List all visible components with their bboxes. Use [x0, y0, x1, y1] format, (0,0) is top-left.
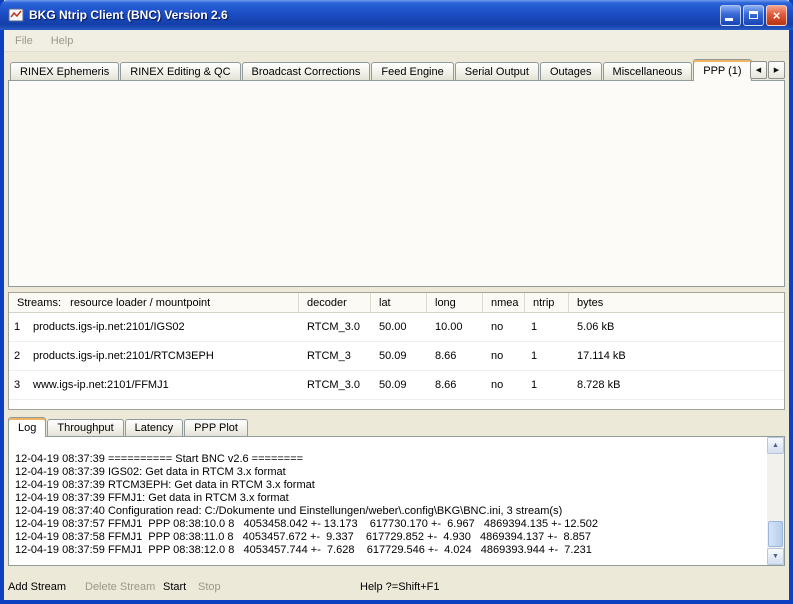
tab-serial-output[interactable]: Serial Output — [455, 62, 539, 80]
tab-throughput[interactable]: Throughput — [47, 419, 123, 436]
log-line: 12-04-19 08:37:59 FFMJ1 PPP 08:38:12.0 8… — [15, 544, 762, 557]
add-stream-button[interactable]: Add Stream — [8, 581, 66, 593]
row-number: 3 — [9, 379, 25, 391]
table-row[interactable]: 3 www.igs-ip.net:2101/FFMJ1 RTCM_3.0 50.… — [9, 371, 784, 400]
tab-feed-engine[interactable]: Feed Engine — [371, 62, 453, 80]
streams-table: Streams: resource loader / mountpoint de… — [8, 292, 785, 410]
log-line: 12-04-19 08:37:39 IGS02: Get data in RTC… — [15, 466, 762, 479]
header-streams-mountpoint: Streams: resource loader / mountpoint — [9, 293, 299, 312]
window-title: BKG Ntrip Client (BNC) Version 2.6 — [29, 8, 718, 22]
menu-file[interactable]: File — [6, 32, 42, 50]
scroll-up-icon[interactable]: ▲ — [767, 437, 784, 454]
tab-rinex-editing-qc[interactable]: RINEX Editing & QC — [120, 62, 240, 80]
log-line: 12-04-19 08:37:39 ========== Start BNC v… — [15, 453, 762, 466]
close-button[interactable]: × — [766, 5, 787, 26]
table-row[interactable]: 1 products.igs-ip.net:2101/IGS02 RTCM_3.… — [9, 313, 784, 342]
cell-long: 10.00 — [427, 321, 483, 333]
scroll-down-icon[interactable]: ▼ — [767, 548, 784, 565]
cell-bytes: 8.728 kB — [569, 379, 784, 391]
table-row[interactable]: 2 products.igs-ip.net:2101/RTCM3EPH RTCM… — [9, 342, 784, 371]
cell-ntrip: 1 — [525, 379, 569, 391]
log-line: 12-04-19 08:37:39 RTCM3EPH: Get data in … — [15, 479, 762, 492]
tab-broadcast-corrections[interactable]: Broadcast Corrections — [242, 62, 371, 80]
log-scrollbar[interactable]: ▲ ▼ — [767, 437, 784, 565]
row-number: 1 — [9, 321, 25, 333]
ppp-panel — [8, 80, 785, 287]
cell-mountpoint: products.igs-ip.net:2101/RTCM3EPH — [25, 350, 299, 362]
cell-decoder: RTCM_3.0 — [299, 379, 371, 391]
menu-help[interactable]: Help — [42, 32, 83, 50]
close-icon: × — [773, 9, 781, 22]
header-nmea: nmea — [483, 293, 525, 312]
header-decoder: decoder — [299, 293, 371, 312]
log-lines: 12-04-19 08:37:39 ========== Start BNC v… — [15, 453, 762, 563]
main-tabbar: RINEX Ephemeris RINEX Editing & QC Broad… — [10, 59, 753, 80]
minimize-button[interactable] — [720, 5, 741, 26]
log-line: 12-04-19 08:37:58 FFMJ1 PPP 08:38:11.0 8… — [15, 531, 762, 544]
maximize-button[interactable] — [743, 5, 764, 26]
tab-ppp-plot[interactable]: PPP Plot — [184, 419, 248, 436]
log-line: 12-04-19 08:37:57 FFMJ1 PPP 08:38:10.0 8… — [15, 518, 762, 531]
cell-decoder: RTCM_3.0 — [299, 321, 371, 333]
start-button[interactable]: Start — [163, 581, 186, 593]
cell-mountpoint: www.igs-ip.net:2101/FFMJ1 — [25, 379, 299, 391]
cell-nmea: no — [483, 379, 525, 391]
tab-rinex-ephemeris[interactable]: RINEX Ephemeris — [10, 62, 119, 80]
cell-long: 8.66 — [427, 379, 483, 391]
app-window: BKG Ntrip Client (BNC) Version 2.6 × Fil… — [0, 0, 793, 604]
streams-table-header: Streams: resource loader / mountpoint de… — [9, 293, 784, 313]
help-shortcut-label: Help ?=Shift+F1 — [360, 581, 440, 593]
cell-ntrip: 1 — [525, 321, 569, 333]
tab-miscellaneous[interactable]: Miscellaneous — [603, 62, 693, 80]
cell-lat: 50.09 — [371, 379, 427, 391]
cell-lat: 50.00 — [371, 321, 427, 333]
header-bytes: bytes — [569, 293, 784, 312]
header-lat: lat — [371, 293, 427, 312]
log-output: 12-04-19 08:37:39 ========== Start BNC v… — [8, 436, 785, 566]
tab-log[interactable]: Log — [8, 417, 46, 437]
log-line: 12-04-19 08:37:39 FFMJ1: Get data in RTC… — [15, 492, 762, 505]
cell-nmea: no — [483, 350, 525, 362]
tab-scroll-right-icon[interactable]: ▶ — [768, 61, 785, 79]
cell-lat: 50.09 — [371, 350, 427, 362]
cell-bytes: 5.06 kB — [569, 321, 784, 333]
tab-outages[interactable]: Outages — [540, 62, 602, 80]
cell-decoder: RTCM_3 — [299, 350, 371, 362]
maximize-icon — [749, 11, 758, 19]
menubar: File Help — [4, 30, 789, 52]
titlebar[interactable]: BKG Ntrip Client (BNC) Version 2.6 × — [0, 0, 793, 30]
cell-bytes: 17.114 kB — [569, 350, 784, 362]
stop-button: Stop — [198, 581, 221, 593]
scrollbar-thumb[interactable] — [768, 521, 783, 547]
cell-mountpoint: products.igs-ip.net:2101/IGS02 — [25, 321, 299, 333]
cell-ntrip: 1 — [525, 350, 569, 362]
header-long: long — [427, 293, 483, 312]
cell-nmea: no — [483, 321, 525, 333]
delete-stream-button: Delete Stream — [85, 581, 155, 593]
log-line: 12-04-19 08:37:40 Configuration read: C:… — [15, 505, 762, 518]
app-icon — [8, 7, 24, 23]
tab-ppp-1[interactable]: PPP (1) — [693, 59, 751, 81]
minimize-icon — [725, 18, 733, 21]
tab-scroll-buttons: ◀ ▶ — [749, 61, 785, 79]
cell-long: 8.66 — [427, 350, 483, 362]
log-tabbar: Log Throughput Latency PPP Plot — [8, 417, 249, 436]
tab-scroll-left-icon[interactable]: ◀ — [750, 61, 767, 79]
tab-latency[interactable]: Latency — [125, 419, 184, 436]
row-number: 2 — [9, 350, 25, 362]
header-ntrip: ntrip — [525, 293, 569, 312]
